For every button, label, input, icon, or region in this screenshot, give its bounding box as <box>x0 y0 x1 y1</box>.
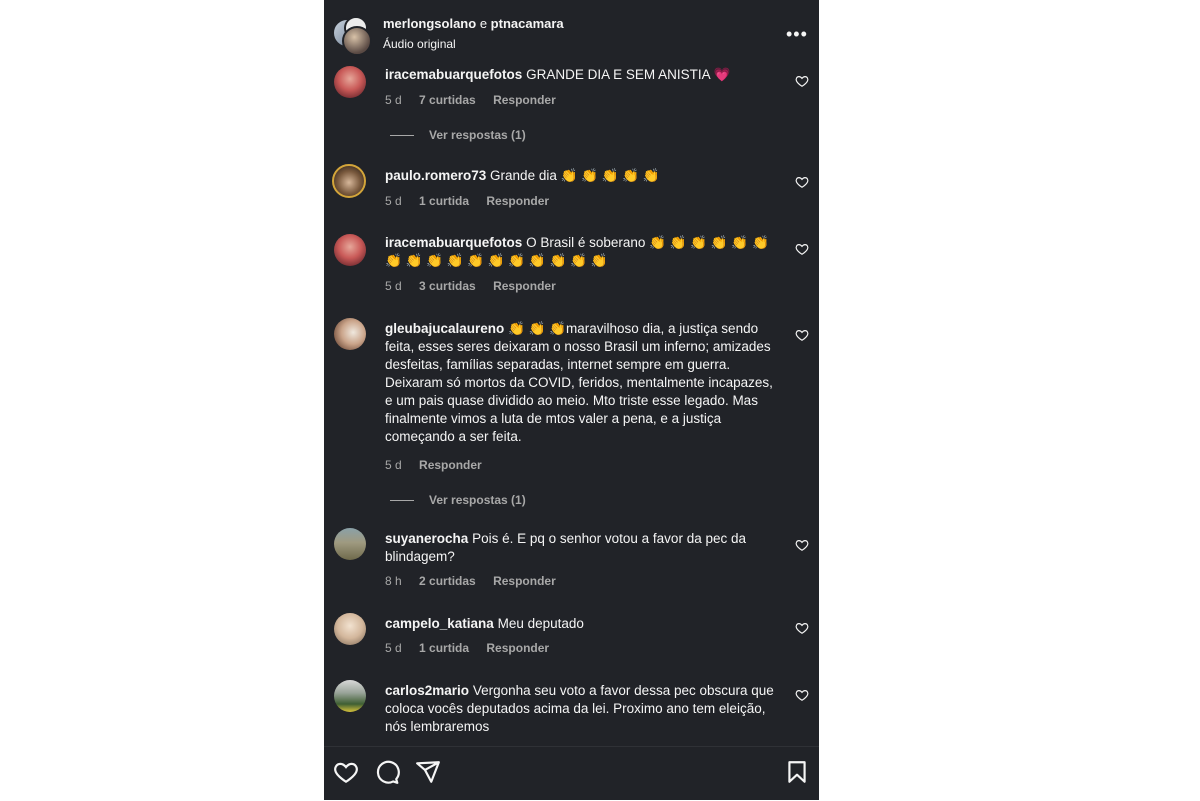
comment-username[interactable]: suyanerocha <box>385 531 468 546</box>
heart-icon[interactable] <box>795 688 809 702</box>
reply-button[interactable]: Responder <box>486 641 549 655</box>
avatar[interactable] <box>334 234 366 266</box>
avatar <box>342 26 372 56</box>
clap-emojis: 👏 👏 👏 👏 👏 👏 <box>649 235 769 250</box>
comment-body: iracemabuarquefotos GRANDE DIA E SEM ANI… <box>385 66 783 84</box>
comment-likes[interactable]: 1 curtida <box>419 641 469 655</box>
comment-username[interactable]: iracemabuarquefotos <box>385 235 522 250</box>
heart-emoji: 💗 <box>713 67 731 82</box>
comment-likes[interactable]: 2 curtidas <box>419 574 476 588</box>
comment-meta: 5 d Responder <box>385 458 496 472</box>
comment-body: paulo.romero73 Grande dia 👏 👏 👏 👏 👏 <box>385 167 783 185</box>
comment-text: GRANDE DIA E SEM ANISTIA <box>526 67 710 82</box>
heart-icon[interactable] <box>795 621 809 635</box>
comment-body: campelo_katiana Meu deputado <box>385 615 783 633</box>
avatar[interactable] <box>334 528 366 560</box>
audio-label[interactable]: Áudio original <box>383 37 456 51</box>
reply-button[interactable]: Responder <box>493 279 556 293</box>
bookmark-icon[interactable] <box>784 759 810 785</box>
comment-username[interactable]: carlos2mario <box>385 683 469 698</box>
author-link[interactable]: merlongsolano <box>383 16 476 31</box>
heart-icon[interactable] <box>333 759 359 785</box>
more-options-icon[interactable]: ••• <box>786 24 808 45</box>
avatar[interactable] <box>334 318 366 350</box>
heart-icon[interactable] <box>795 242 809 256</box>
comment-username[interactable]: campelo_katiana <box>385 616 494 631</box>
comment-text: maravilhoso dia, a justiça sendo feita, … <box>385 321 773 444</box>
comment-meta: 5 d 1 curtida Responder <box>385 194 563 208</box>
comment-likes[interactable]: 3 curtidas <box>419 279 476 293</box>
comment-body: iracemabuarquefotos O Brasil é soberano … <box>385 234 783 270</box>
heart-icon[interactable] <box>795 538 809 552</box>
comment-body: gleubajucalaureno 👏 👏 👏maravilhoso dia, … <box>385 320 783 446</box>
view-replies-label: Ver respostas (1) <box>429 128 526 142</box>
comments-list[interactable]: iracemabuarquefotos GRANDE DIA E SEM ANI… <box>324 64 819 746</box>
send-icon[interactable] <box>415 759 441 785</box>
post-header: merlongsolano e ptnacamara Áudio origina… <box>324 0 819 64</box>
comment-age: 5 d <box>385 93 402 107</box>
comment-age: 5 d <box>385 279 402 293</box>
comment-meta: 5 d 1 curtida Responder <box>385 641 563 655</box>
author-conjunction: e <box>479 16 488 31</box>
comment-likes[interactable]: 1 curtida <box>419 194 469 208</box>
comment-meta: 8 h 2 curtidas Responder <box>385 574 570 588</box>
reply-button[interactable]: Responder <box>493 574 556 588</box>
comment-text: Meu deputado <box>497 616 584 631</box>
reply-button[interactable]: Responder <box>493 93 556 107</box>
heart-icon[interactable] <box>795 74 809 88</box>
view-replies-label: Ver respostas (1) <box>429 493 526 507</box>
replies-divider <box>390 500 414 502</box>
comment-meta: 5 d 7 curtidas Responder <box>385 93 570 107</box>
avatar-stack[interactable] <box>332 14 372 56</box>
comment-username[interactable]: paulo.romero73 <box>385 168 486 183</box>
heart-icon[interactable] <box>795 328 809 342</box>
comment-body: carlos2mario Vergonha seu voto a favor d… <box>385 682 783 736</box>
comment-icon[interactable] <box>374 759 400 785</box>
clap-emojis: 👏 👏 👏 👏 👏 <box>560 168 660 183</box>
heart-icon[interactable] <box>795 175 809 189</box>
reply-button[interactable]: Responder <box>486 194 549 208</box>
replies-divider <box>390 135 414 137</box>
comment-age: 5 d <box>385 458 402 472</box>
comment-text: Grande dia <box>490 168 557 183</box>
clap-emojis: 👏 👏 👏 <box>508 321 566 336</box>
reel-comments-panel: merlongsolano e ptnacamara Áudio origina… <box>324 0 819 800</box>
comment-age: 5 d <box>385 641 402 655</box>
post-authors: merlongsolano e ptnacamara <box>383 16 564 31</box>
clap-emojis: 👏 👏 👏 👏 👏 👏 👏 👏 👏 👏 👏 <box>385 253 608 268</box>
comment-username[interactable]: gleubajucalaureno <box>385 321 504 336</box>
avatar[interactable] <box>334 66 366 98</box>
comment-username[interactable]: iracemabuarquefotos <box>385 67 522 82</box>
avatar[interactable] <box>334 613 366 645</box>
comment-likes[interactable]: 7 curtidas <box>419 93 476 107</box>
comment-body: suyanerocha Pois é. E pq o senhor votou … <box>385 530 783 566</box>
comment-text: O Brasil é soberano <box>526 235 646 250</box>
avatar[interactable] <box>334 680 366 712</box>
comment-meta: 5 d 3 curtidas Responder <box>385 279 570 293</box>
reply-button[interactable]: Responder <box>419 458 482 472</box>
action-bar <box>324 746 819 801</box>
view-replies-button[interactable]: Ver respostas (1) <box>390 128 526 142</box>
comment-age: 8 h <box>385 574 402 588</box>
view-replies-button[interactable]: Ver respostas (1) <box>390 493 526 507</box>
avatar[interactable] <box>332 164 366 198</box>
author-link[interactable]: ptnacamara <box>491 16 564 31</box>
comment-age: 5 d <box>385 194 402 208</box>
